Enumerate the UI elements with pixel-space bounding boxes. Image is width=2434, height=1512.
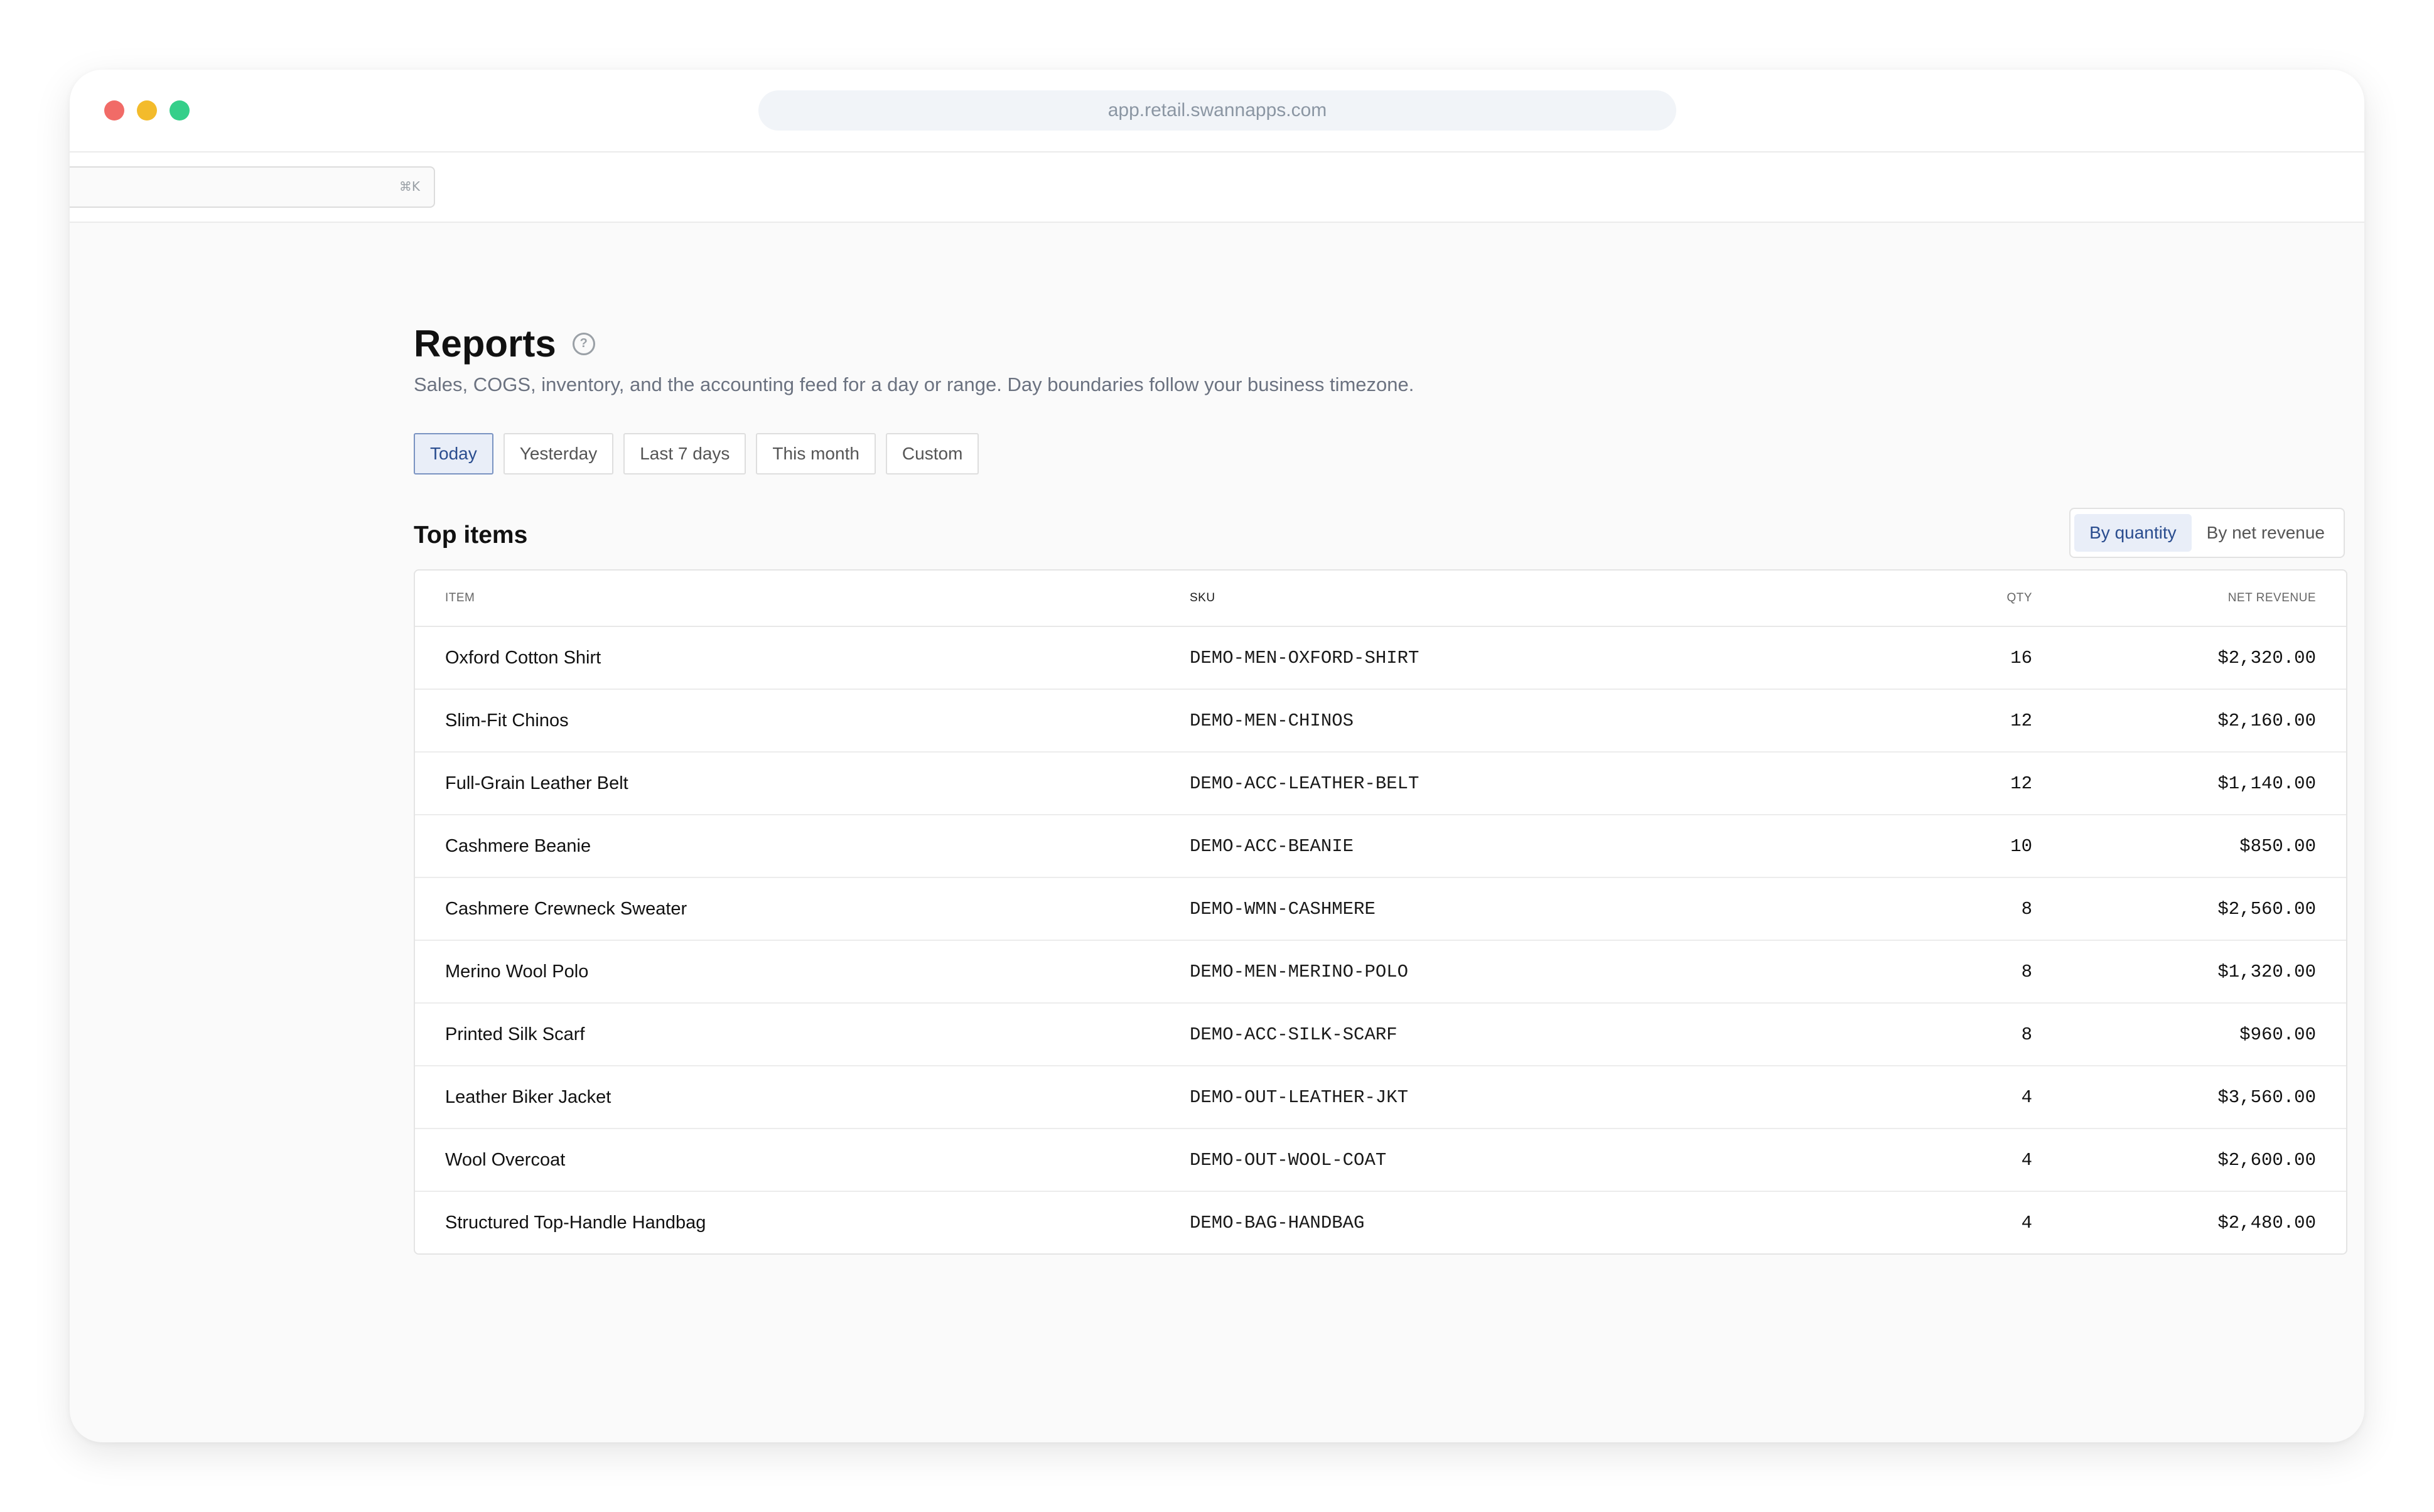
by-net-revenue-toggle[interactable]: By net revenue (2192, 514, 2340, 552)
table-row[interactable]: Structured Top-Handle Handbag DEMO-BAG-H… (415, 1191, 2346, 1253)
item-name: Leather Biker Jacket (415, 1066, 1189, 1129)
item-name: Slim-Fit Chinos (415, 689, 1189, 753)
item-sku: DEMO-OUT-LEATHER-JKT (1189, 1066, 1881, 1129)
search-input[interactable]: ⌘K (70, 166, 435, 208)
range-yesterday-button[interactable]: Yesterday (503, 433, 614, 475)
table-row[interactable]: Full-Grain Leather Belt DEMO-ACC-LEATHER… (415, 752, 2346, 815)
minimize-window-icon[interactable] (137, 100, 157, 121)
item-name: Structured Top-Handle Handbag (445, 1212, 706, 1233)
top-items-table: ITEM SKU QTY NET REVENUE Oxford Cotton S… (414, 569, 2347, 1255)
item-net-revenue: $2,480.00 (2217, 1212, 2316, 1233)
item-sku: DEMO-BAG-HANDBAG (1190, 1212, 1365, 1233)
item-sku: DEMO-ACC-LEATHER-BELT (1189, 752, 1881, 815)
range-last-7-days-button[interactable]: Last 7 days (623, 433, 746, 475)
browser-window: app.retail.swannapps.com ⌘K Reports ? Sa… (70, 70, 2364, 1442)
item-qty: 8 (1881, 940, 2033, 1004)
table-row[interactable]: Wool Overcoat DEMO-OUT-WOOL-COAT 4 $2,60… (415, 1129, 2346, 1192)
item-sku: DEMO-MEN-CHINOS (1189, 689, 1881, 753)
item-net-revenue: $2,320.00 (2033, 626, 2346, 690)
item-net-revenue: $850.00 (2033, 815, 2346, 878)
item-sku: DEMO-ACC-BEANIE (1189, 815, 1881, 878)
close-window-icon[interactable] (104, 100, 124, 121)
item-net-revenue: $2,160.00 (2033, 689, 2346, 753)
item-net-revenue: $1,140.00 (2033, 752, 2346, 815)
item-sku: DEMO-ACC-SILK-SCARF (1189, 1003, 1881, 1066)
table-row[interactable]: Cashmere Beanie DEMO-ACC-BEANIE 10 $850.… (415, 815, 2346, 878)
range-today-button[interactable]: Today (414, 433, 493, 475)
app-topbar: ⌘K (70, 153, 2364, 223)
title-row: Reports ? (414, 322, 595, 365)
table-row[interactable]: Oxford Cotton Shirt DEMO-MEN-OXFORD-SHIR… (415, 626, 2346, 690)
item-name: Printed Silk Scarf (415, 1003, 1189, 1066)
item-qty: 8 (1881, 877, 2033, 941)
column-header-qty[interactable]: QTY (1881, 571, 2033, 627)
table-row[interactable]: Printed Silk Scarf DEMO-ACC-SILK-SCARF 8… (415, 1003, 2346, 1066)
item-qty: 12 (1881, 752, 2033, 815)
table-row[interactable]: Cashmere Crewneck Sweater DEMO-WMN-CASHM… (415, 877, 2346, 941)
browser-titlebar: app.retail.swannapps.com (70, 70, 2364, 153)
item-net-revenue: $2,600.00 (2033, 1129, 2346, 1192)
item-name: Cashmere Beanie (415, 815, 1189, 878)
item-name: Wool Overcoat (415, 1129, 1189, 1192)
item-qty: 8 (1881, 1003, 2033, 1066)
range-custom-button[interactable]: Custom (885, 433, 979, 475)
page-title: Reports (414, 323, 556, 365)
maximize-window-icon[interactable] (170, 100, 190, 121)
sort-toggle: By quantity By net revenue (2069, 508, 2345, 558)
by-quantity-toggle[interactable]: By quantity (2074, 514, 2192, 552)
item-name: Merino Wool Polo (415, 940, 1189, 1004)
item-qty: 4 (2021, 1212, 2032, 1233)
column-header-net-revenue[interactable]: NET REVENUE (2033, 571, 2346, 627)
date-range-selector: Today Yesterday Last 7 days This month C… (414, 433, 979, 475)
item-sku: DEMO-WMN-CASHMERE (1189, 877, 1881, 941)
item-sku: DEMO-MEN-MERINO-POLO (1189, 940, 1881, 1004)
table-row[interactable]: Leather Biker Jacket DEMO-OUT-LEATHER-JK… (415, 1066, 2346, 1129)
table-header-row: ITEM SKU QTY NET REVENUE (415, 571, 2346, 627)
item-sku: DEMO-OUT-WOOL-COAT (1189, 1129, 1881, 1192)
top-items-title: Top items (414, 522, 528, 549)
column-header-sku[interactable]: SKU (1189, 571, 1881, 627)
table-row[interactable]: Slim-Fit Chinos DEMO-MEN-CHINOS 12 $2,16… (415, 689, 2346, 753)
item-name: Oxford Cotton Shirt (415, 626, 1189, 690)
item-qty: 10 (1881, 815, 2033, 878)
item-name: Full-Grain Leather Belt (415, 752, 1189, 815)
search-shortcut-hint: ⌘K (399, 179, 420, 194)
item-net-revenue: $960.00 (2033, 1003, 2346, 1066)
item-qty: 4 (1881, 1129, 2033, 1192)
range-this-month-button[interactable]: This month (756, 433, 876, 475)
address-bar[interactable]: app.retail.swannapps.com (758, 90, 1676, 131)
item-net-revenue: $1,320.00 (2033, 940, 2346, 1004)
item-net-revenue: $2,560.00 (2033, 877, 2346, 941)
item-sku: DEMO-MEN-OXFORD-SHIRT (1189, 626, 1881, 690)
page-subtitle: Sales, COGS, inventory, and the accounti… (414, 373, 1414, 395)
item-qty: 12 (1881, 689, 2033, 753)
item-net-revenue: $3,560.00 (2033, 1066, 2346, 1129)
table-row[interactable]: Merino Wool Polo DEMO-MEN-MERINO-POLO 8 … (415, 940, 2346, 1004)
item-name: Cashmere Crewneck Sweater (415, 877, 1189, 941)
column-header-item[interactable]: ITEM (415, 571, 1189, 627)
help-icon[interactable]: ? (572, 332, 595, 355)
item-qty: 16 (1881, 626, 2033, 690)
item-qty: 4 (1881, 1066, 2033, 1129)
